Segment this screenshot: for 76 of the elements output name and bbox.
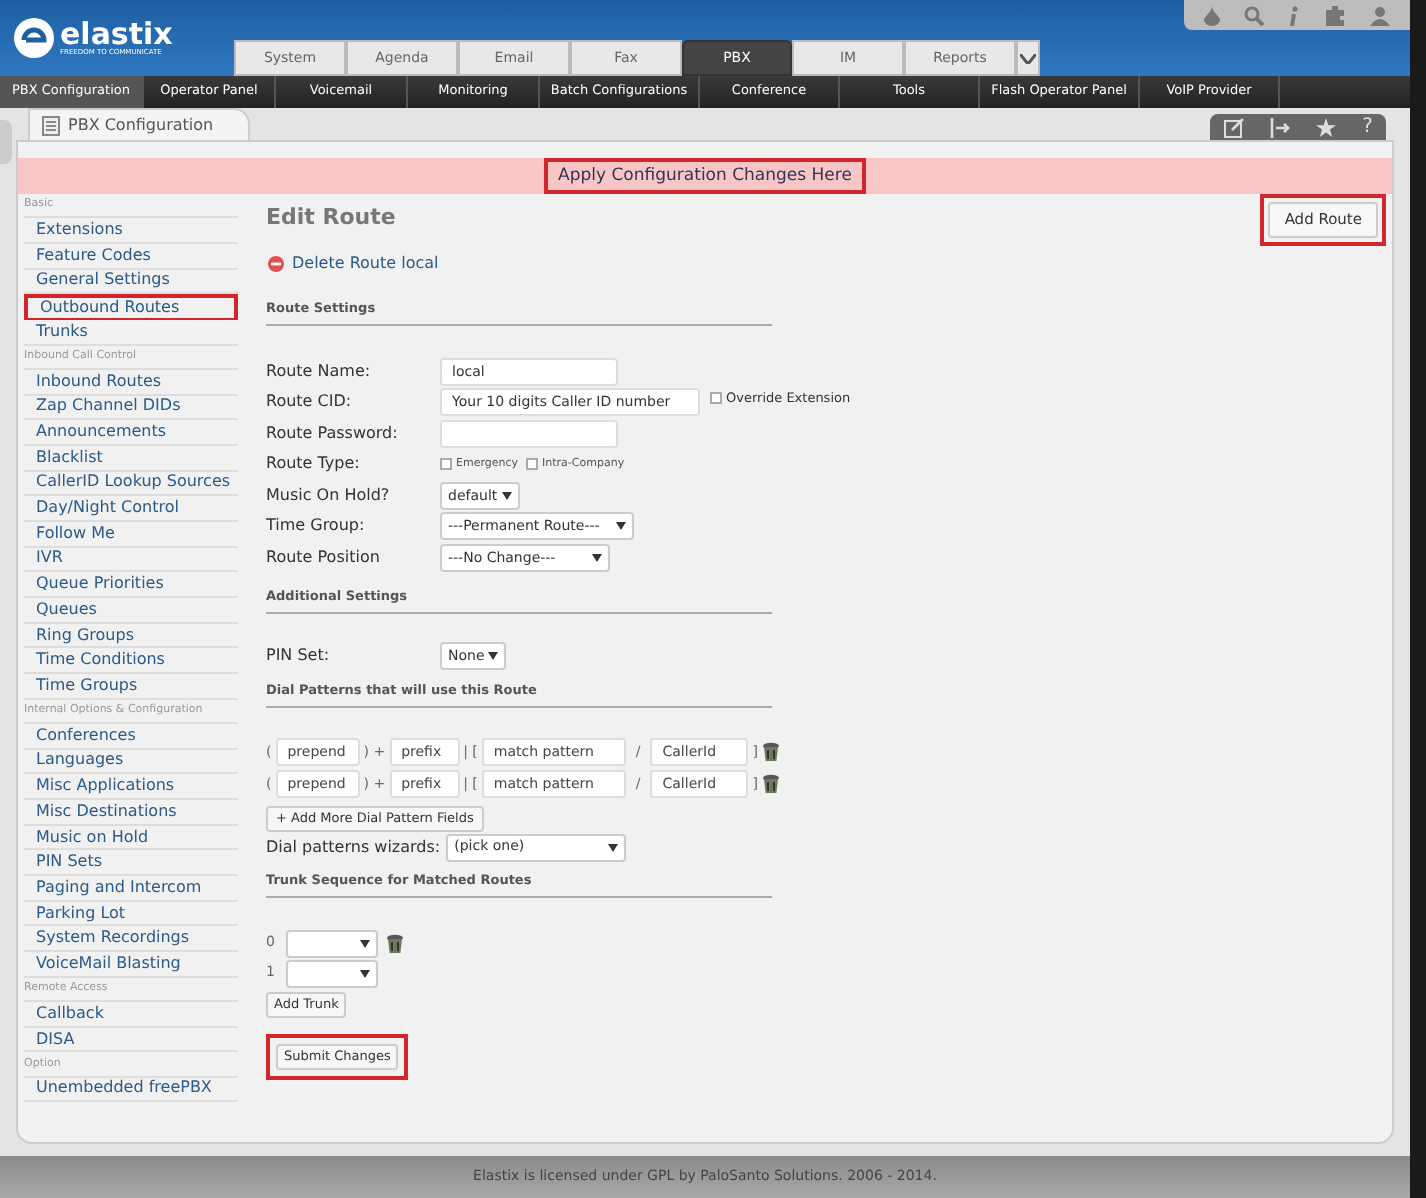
user-icon[interactable] (1370, 5, 1390, 25)
sidebar-item[interactable]: Callback (24, 1002, 238, 1028)
caret-icon (488, 652, 498, 661)
help-button[interactable]: ? (1362, 117, 1373, 137)
trash-icon[interactable] (386, 933, 404, 953)
sidebar-item[interactable]: Misc Applications (24, 774, 238, 800)
delete-icon (268, 256, 284, 272)
field-label: Route Position (266, 545, 382, 570)
sidebar-item[interactable]: Ring Groups (24, 623, 238, 649)
sidebar-item[interactable]: Queue Priorities (24, 572, 238, 598)
puzzle-icon[interactable] (1324, 5, 1346, 25)
delete-route-link[interactable]: Delete Route local (292, 252, 439, 276)
field-label: PIN Set: (266, 644, 332, 669)
sidebar-item[interactable]: Conferences (24, 723, 238, 750)
sidebar-item[interactable]: Day/Night Control (24, 496, 238, 522)
sidebar-item[interactable]: Inbound Routes (24, 369, 238, 395)
logo-icon (12, 16, 56, 60)
chevron-icon (1020, 53, 1036, 63)
trash-icon[interactable] (761, 774, 780, 794)
caret-icon (608, 843, 619, 851)
sidebar-item[interactable]: Extensions (24, 218, 238, 244)
field-label: Route CID: (266, 390, 354, 415)
sidebar-item[interactable]: IVR (24, 547, 238, 573)
sidebar-item[interactable]: Zap Channel DIDs (24, 395, 238, 421)
caret-icon (360, 969, 370, 977)
star-icon[interactable] (1315, 117, 1336, 137)
sidebar-item[interactable]: Feature Codes (24, 243, 238, 270)
sidebar-item[interactable]: Time Groups (24, 674, 238, 700)
sidebar-item[interactable]: Music on Hold (24, 825, 238, 851)
sidebar-item[interactable]: Misc Destinations (24, 800, 238, 826)
sidebar-item[interactable]: Outbound Routes (24, 294, 238, 320)
sidebar-item[interactable]: Unembedded freePBX (24, 1077, 238, 1103)
select-field[interactable] (286, 959, 378, 987)
field-label: Music On Hold? (266, 483, 392, 508)
apply-changes-link[interactable]: Apply Configuration Changes Here (544, 158, 866, 194)
caret-icon (502, 491, 512, 500)
checkbox[interactable] (440, 458, 452, 471)
caret-icon (592, 553, 602, 562)
checkbox[interactable] (710, 392, 722, 405)
sidebar-item[interactable]: Trunks (24, 319, 238, 346)
trash-icon[interactable] (761, 742, 780, 762)
expand-handle[interactable] (0, 120, 12, 164)
sidebar-item[interactable]: Follow Me (24, 521, 238, 548)
sidebar-item[interactable]: Paging and Intercom (24, 876, 238, 902)
field-label: Route Type: (266, 452, 362, 477)
caret-icon (360, 939, 370, 947)
caret-icon (616, 522, 626, 531)
bar-arrow-icon[interactable] (1269, 117, 1290, 137)
field-label: Route Name: (266, 359, 373, 384)
calculator-icon (42, 115, 60, 135)
select-field[interactable] (286, 929, 378, 957)
sidebar-item[interactable]: Announcements (24, 420, 238, 446)
page-heading: Edit Route (266, 202, 396, 234)
sidebar-item[interactable]: PIN Sets (24, 850, 238, 877)
drop-icon[interactable] (1204, 5, 1220, 25)
sidebar-item[interactable]: DISA (24, 1027, 238, 1053)
search-icon[interactable] (1244, 5, 1264, 25)
sidebar-item[interactable]: Languages (24, 749, 238, 775)
logo-text: elastix (60, 19, 173, 50)
sidebar-item[interactable]: Parking Lot (24, 901, 238, 927)
sidebar-item[interactable]: Queues (24, 598, 238, 624)
sidebar-item[interactable]: Blacklist (24, 445, 238, 472)
checkbox[interactable] (526, 458, 539, 471)
info-icon[interactable] (1288, 5, 1300, 25)
text-field[interactable] (440, 419, 618, 448)
field-label: Route Password: (266, 421, 400, 446)
sidebar-item[interactable]: General Settings (24, 269, 238, 295)
sidebar-item[interactable]: VoiceMail Blasting (24, 952, 238, 978)
field-label: Time Group: (266, 514, 367, 539)
module-tab[interactable]: PBX Configuration (28, 108, 250, 140)
edit-icon[interactable] (1223, 117, 1244, 137)
tab-menu-button[interactable] (1016, 40, 1040, 76)
sidebar-item[interactable]: Time Conditions (24, 648, 238, 675)
sidebar-item[interactable]: CallerID Lookup Sources (24, 471, 238, 497)
sidebar-item[interactable]: System Recordings (24, 926, 238, 953)
field-label: Dial patterns wizards: (266, 835, 441, 859)
